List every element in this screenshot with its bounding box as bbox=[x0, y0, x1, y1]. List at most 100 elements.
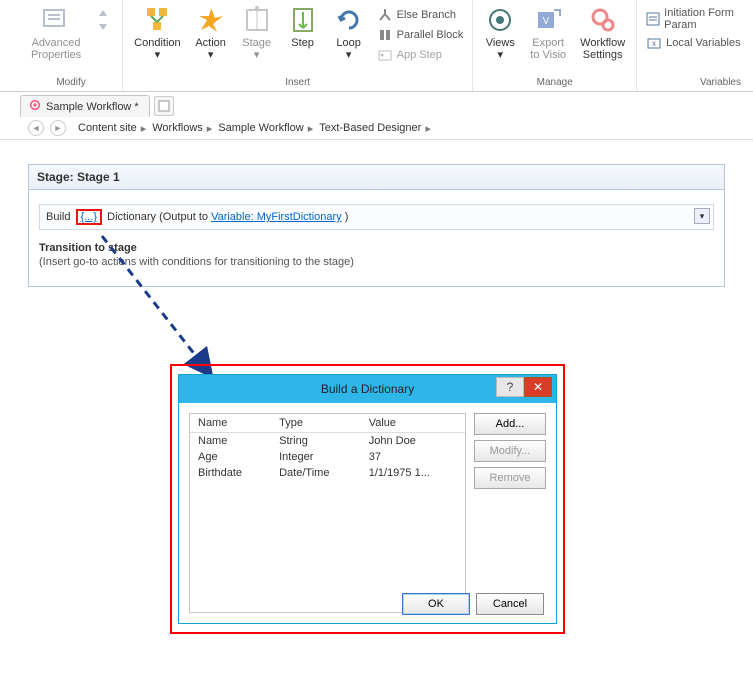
document-tab[interactable]: Sample Workflow * bbox=[20, 95, 150, 117]
ok-button[interactable]: OK bbox=[402, 593, 470, 615]
branch-icon bbox=[377, 7, 393, 23]
action-label: Action bbox=[195, 37, 226, 49]
workflow-action-row[interactable]: Build {...} Dictionary (Output to Variab… bbox=[39, 204, 714, 230]
dictionary-builder-link[interactable]: {...} bbox=[76, 209, 103, 225]
action-button[interactable]: Action▾ bbox=[190, 4, 232, 62]
document-tab-label: Sample Workflow * bbox=[46, 101, 139, 113]
condition-label: Condition bbox=[134, 37, 180, 49]
dialog-help-button[interactable]: ? bbox=[496, 377, 524, 397]
col-header-name: Name bbox=[190, 414, 271, 433]
nav-back-button[interactable]: ◄ bbox=[28, 120, 44, 136]
loop-icon bbox=[335, 5, 363, 35]
cell: 37 bbox=[361, 449, 465, 465]
breadcrumb-bar: ◄ ► Content site ▸ Workflows ▸ Sample Wo… bbox=[0, 117, 753, 140]
app-step-label: App Step bbox=[397, 49, 442, 61]
svg-text:V: V bbox=[543, 16, 550, 27]
svg-text:x: x bbox=[652, 39, 656, 48]
action-text: Build {...} Dictionary (Output to Variab… bbox=[46, 209, 348, 225]
export-label: Export to Visio bbox=[530, 37, 566, 61]
init-form-params-button[interactable]: Initiation Form Param bbox=[643, 6, 747, 32]
properties-icon bbox=[42, 5, 70, 35]
move-up-down-button[interactable] bbox=[90, 4, 116, 36]
views-button[interactable]: Views▾ bbox=[479, 4, 521, 62]
new-tab-button[interactable] bbox=[154, 96, 174, 116]
action-icon bbox=[197, 5, 225, 35]
parallel-icon bbox=[377, 27, 393, 43]
modify-button[interactable]: Modify... bbox=[474, 440, 546, 462]
ribbon-group-modify: Advanced Properties Modify bbox=[20, 0, 123, 91]
condition-button[interactable]: Condition▾ bbox=[129, 4, 185, 62]
cancel-button[interactable]: Cancel bbox=[476, 593, 544, 615]
ribbon-group-variables: Initiation Form Param x Local Variables … bbox=[637, 0, 753, 91]
condition-icon bbox=[143, 5, 171, 35]
breadcrumb-item[interactable]: Sample Workflow ▸ bbox=[218, 122, 313, 135]
export-visio-button[interactable]: V Export to Visio bbox=[525, 4, 571, 62]
col-header-value: Value bbox=[361, 414, 465, 433]
breadcrumb-label: Workflows bbox=[152, 122, 203, 134]
action-prefix: Build bbox=[46, 211, 70, 223]
action-dropdown-button[interactable]: ▾ bbox=[694, 208, 710, 224]
variables-icon: x bbox=[646, 35, 662, 51]
cell: Date/Time bbox=[271, 465, 361, 481]
loop-label: Loop bbox=[336, 37, 360, 49]
table-row[interactable]: BirthdateDate/Time1/1/1975 1... bbox=[190, 465, 465, 481]
settings-label: Workflow Settings bbox=[580, 37, 625, 61]
build-dictionary-dialog: Build a Dictionary ? ✕ Name Type Value N… bbox=[178, 374, 557, 624]
stage-icon bbox=[243, 5, 271, 35]
breadcrumb-label: Content site bbox=[78, 122, 137, 134]
designer-canvas: Stage: Stage 1 Build {...} Dictionary (O… bbox=[0, 140, 753, 311]
nav-forward-button[interactable]: ► bbox=[50, 120, 66, 136]
advanced-properties-button[interactable]: Advanced Properties bbox=[26, 4, 86, 62]
step-label: Step bbox=[291, 37, 314, 49]
stage-button[interactable]: Stage▾ bbox=[236, 4, 278, 62]
cell: Birthdate bbox=[190, 465, 271, 481]
col-header-type: Type bbox=[271, 414, 361, 433]
dictionary-table[interactable]: Name Type Value NameStringJohn Doe AgeIn… bbox=[189, 413, 466, 613]
new-tab-icon bbox=[158, 100, 170, 112]
dialog-close-button[interactable]: ✕ bbox=[524, 377, 552, 397]
cell: Integer bbox=[271, 449, 361, 465]
breadcrumb-item[interactable]: Workflows ▸ bbox=[152, 122, 212, 135]
breadcrumb-item[interactable]: Text-Based Designer ▸ bbox=[319, 122, 431, 135]
dialog-callout-box: Build a Dictionary ? ✕ Name Type Value N… bbox=[170, 364, 565, 634]
add-button[interactable]: Add... bbox=[474, 413, 546, 435]
init-form-label: Initiation Form Param bbox=[664, 7, 744, 31]
cell: Name bbox=[190, 433, 271, 450]
else-branch-button[interactable]: Else Branch bbox=[374, 6, 467, 24]
cell: Age bbox=[190, 449, 271, 465]
views-label: Views bbox=[486, 37, 515, 49]
table-row[interactable]: AgeInteger37 bbox=[190, 449, 465, 465]
app-step-button[interactable]: App Step bbox=[374, 46, 467, 64]
stage-panel: Stage: Stage 1 Build {...} Dictionary (O… bbox=[28, 164, 725, 287]
cell: 1/1/1975 1... bbox=[361, 465, 465, 481]
settings-icon bbox=[589, 5, 617, 35]
ribbon: Advanced Properties Modify Condition▾ bbox=[0, 0, 753, 92]
remove-button[interactable]: Remove bbox=[474, 467, 546, 489]
action-suffix: ) bbox=[342, 211, 349, 223]
breadcrumb-label: Text-Based Designer bbox=[319, 122, 421, 134]
local-variables-button[interactable]: x Local Variables bbox=[643, 34, 747, 52]
document-tabbar: Sample Workflow * bbox=[0, 92, 753, 117]
views-icon bbox=[486, 5, 514, 35]
transition-heading: Transition to stage bbox=[39, 242, 714, 254]
visio-icon: V bbox=[534, 5, 562, 35]
local-vars-label: Local Variables bbox=[666, 37, 740, 49]
loop-button[interactable]: Loop▾ bbox=[328, 4, 370, 62]
else-branch-label: Else Branch bbox=[397, 9, 456, 21]
step-icon bbox=[291, 5, 315, 35]
step-button[interactable]: Step bbox=[282, 4, 324, 50]
parallel-block-label: Parallel Block bbox=[397, 29, 464, 41]
breadcrumb-item[interactable]: Content site ▸ bbox=[78, 122, 146, 135]
appstep-icon bbox=[377, 47, 393, 63]
stage-label: Stage bbox=[242, 37, 271, 49]
form-icon bbox=[646, 11, 660, 27]
workflow-tab-icon bbox=[29, 99, 41, 114]
stage-title: Stage: Stage 1 bbox=[29, 165, 724, 190]
output-variable-link[interactable]: Variable: MyFirstDictionary bbox=[211, 211, 342, 223]
workflow-settings-button[interactable]: Workflow Settings bbox=[575, 4, 630, 62]
table-row[interactable]: NameStringJohn Doe bbox=[190, 433, 465, 450]
parallel-block-button[interactable]: Parallel Block bbox=[374, 26, 467, 44]
group-title-insert: Insert bbox=[129, 76, 466, 89]
cell: String bbox=[271, 433, 361, 450]
advanced-properties-label: Advanced Properties bbox=[31, 37, 81, 61]
